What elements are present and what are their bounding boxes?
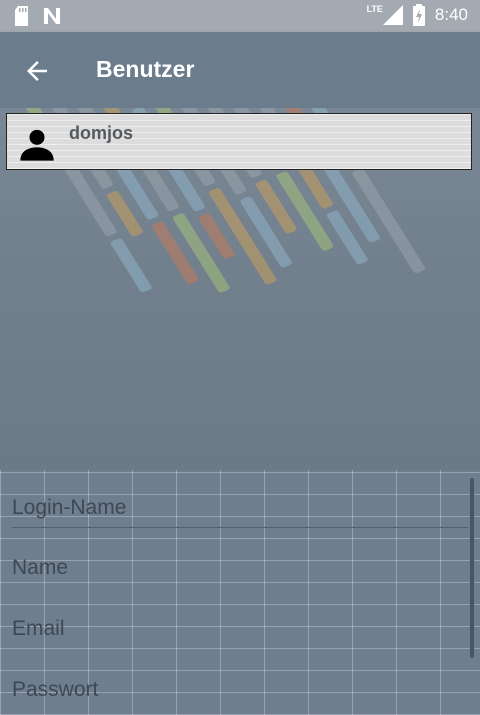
sd-card-icon (15, 6, 28, 26)
name-field[interactable] (12, 548, 468, 588)
user-list-item[interactable]: domjos (6, 113, 472, 170)
network-type-label: LTE (366, 4, 383, 14)
status-bar: LTE 8:40 (0, 0, 480, 32)
email-field[interactable] (12, 609, 468, 649)
page-title: Benutzer (96, 56, 195, 82)
scrollbar[interactable] (470, 478, 474, 658)
login-name-underline (12, 527, 468, 528)
arrow-back-icon[interactable] (22, 56, 52, 86)
battery-charging-icon (412, 4, 425, 26)
n-notification-icon (44, 8, 60, 24)
person-icon (20, 129, 54, 161)
signal-icon (382, 5, 403, 25)
password-field[interactable] (12, 670, 468, 710)
status-time: 8:40 (434, 5, 468, 24)
login-name-field[interactable] (12, 488, 468, 528)
user-name: domjos (69, 123, 134, 143)
app-bar: Benutzer (0, 32, 480, 108)
